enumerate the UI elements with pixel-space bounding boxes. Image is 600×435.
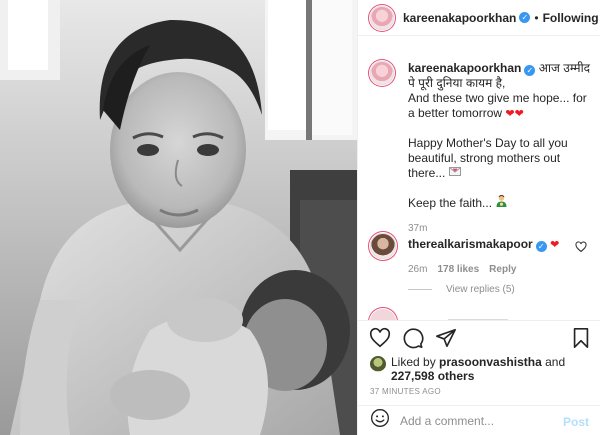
post-photo[interactable] — [0, 0, 357, 435]
comment: therealkarismakapoor ✓ ❤ 26m 178 likes Re… — [370, 233, 595, 275]
caption: kareenakapoorkhan ✓ आज उम्मीद पे पूरी दुन… — [370, 61, 595, 234]
liker-username[interactable]: prasoonvashistha — [439, 355, 542, 369]
action-bar — [358, 321, 600, 355]
heart-icon[interactable] — [368, 326, 392, 350]
comment-body: therealkarismakapoor ✓ ❤ — [408, 233, 595, 253]
commenter-avatar[interactable] — [370, 233, 396, 259]
likes-summary: Liked by prasoonvashistha and 227,598 ot… — [358, 355, 600, 383]
view-replies-button[interactable]: View replies (5) — [408, 284, 515, 295]
red-heart-emoji-icon: ❤ — [505, 108, 515, 120]
caption-line-3: Happy Mother's Day to all you beautiful,… — [408, 136, 568, 180]
caption-avatar[interactable] — [370, 61, 394, 85]
verified-badge-icon: ✓ — [524, 65, 536, 76]
comment-meta: 26m 178 likes Reply — [408, 264, 595, 275]
view-replies-label: View replies (5) — [446, 284, 515, 295]
caption-text: kareenakapoorkhan ✓ आज उम्मीद पे पूरी दुन… — [408, 61, 595, 211]
commenter-username[interactable]: therealkarismakapoor — [408, 237, 533, 251]
verified-badge-icon: ✓ — [535, 241, 547, 252]
mother-baby-emoji-icon — [495, 194, 508, 211]
posted-time[interactable]: 37 MINUTES AGO — [358, 387, 600, 396]
following-button[interactable]: Following — [543, 11, 599, 25]
comment-likes[interactable]: 178 likes — [437, 264, 479, 275]
caption-line-4: Keep the faith... — [408, 196, 493, 210]
author-username[interactable]: kareenakapoorkhan — [403, 11, 516, 25]
comment-like-heart-icon[interactable] — [575, 241, 587, 253]
comments-area[interactable]: kareenakapoorkhan ✓ आज उम्मीद पे पूरी दुन… — [358, 37, 600, 320]
red-heart-emoji-icon: ❤ — [550, 239, 560, 251]
add-comment-bar: Post — [358, 405, 600, 435]
likes-text: Liked by prasoonvashistha and 227,598 ot… — [391, 355, 565, 383]
envelope-emoji-icon — [448, 166, 461, 181]
likes-and: and — [545, 355, 566, 369]
header-separator: • — [534, 10, 539, 25]
post-details-panel: kareenakapoorkhan ✓ • Following kareenak… — [357, 0, 600, 435]
emoji-picker-icon[interactable] — [370, 408, 390, 433]
post-comment-button[interactable]: Post — [563, 415, 589, 429]
bookmark-icon[interactable] — [569, 326, 593, 350]
caption-line-2: And these two give me hope... for a bett… — [408, 91, 587, 120]
replies-divider — [408, 289, 432, 290]
share-icon[interactable] — [434, 326, 458, 350]
comment-input[interactable] — [400, 413, 560, 428]
liker-avatar[interactable] — [370, 356, 386, 372]
likes-count[interactable]: 227,598 others — [391, 369, 474, 383]
post-actions-section: Liked by prasoonvashistha and 227,598 ot… — [358, 320, 600, 396]
comment-reply-button[interactable]: Reply — [489, 264, 516, 275]
next-comment-avatar[interactable] — [370, 309, 396, 320]
author-avatar[interactable] — [370, 5, 394, 30]
verified-badge-icon: ✓ — [519, 12, 531, 23]
caption-username[interactable]: kareenakapoorkhan — [408, 61, 521, 75]
comment-icon[interactable] — [401, 326, 425, 350]
red-heart-emoji-icon: ❤ — [514, 108, 524, 120]
comment-time[interactable]: 26m — [408, 264, 427, 275]
liked-by-prefix: Liked by — [391, 355, 436, 369]
post-header: kareenakapoorkhan ✓ • Following — [358, 0, 600, 36]
post-photo-image — [0, 0, 357, 435]
